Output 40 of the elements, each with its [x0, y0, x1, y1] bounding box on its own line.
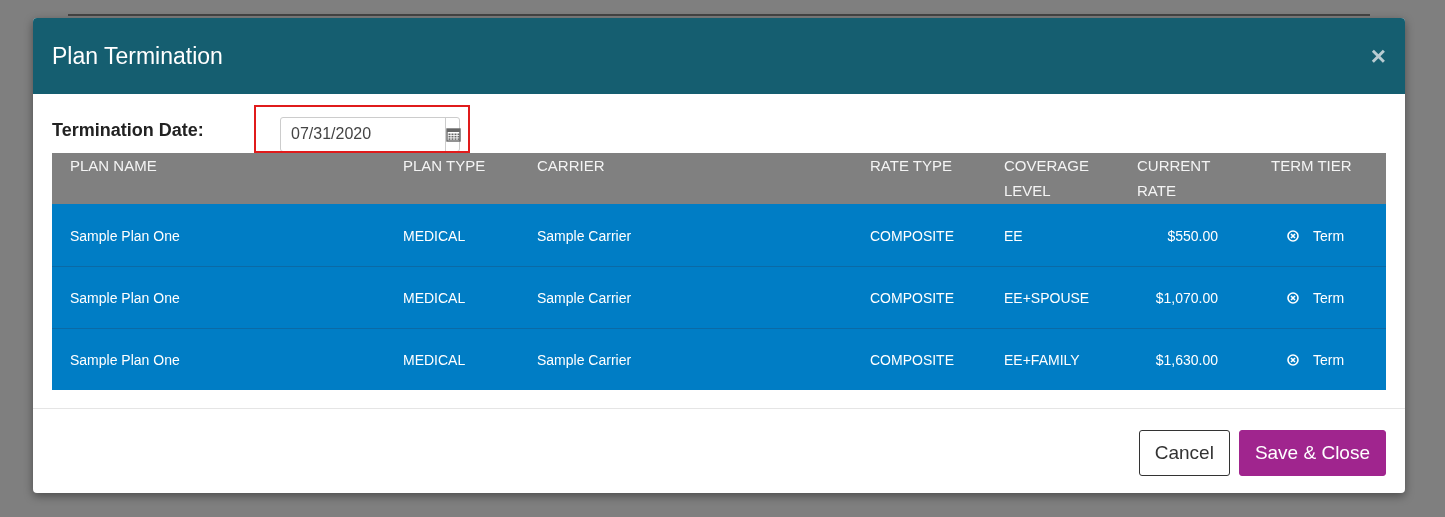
table-cell-text: EE+SPOUSE: [1004, 289, 1091, 306]
table-cell-text: COMPOSITE: [870, 227, 955, 244]
remove-icon: [1287, 353, 1299, 366]
table-cell-text: COMPOSITE: [870, 289, 955, 306]
term-button[interactable]: Term: [1271, 351, 1345, 368]
table-cell-text: Sample Carrier: [537, 289, 633, 306]
table-row[interactable]: Sample Plan One MEDICAL Sample Carrier COMPOSITE EE $550.00 Term: [52, 204, 1386, 266]
cancel-button[interactable]: Cancel: [1138, 429, 1230, 476]
table-cell-text: MEDICAL: [403, 351, 467, 368]
column-header: COVERAGE LEVEL: [1004, 156, 1091, 201]
term-button[interactable]: Term: [1271, 227, 1345, 244]
table-cell-text: Sample Carrier: [537, 351, 633, 368]
close-button[interactable]: ×: [1370, 43, 1386, 69]
table-cell-text: $550.00: [1166, 227, 1219, 244]
column-header: PLAN TYPE: [403, 156, 487, 176]
field-label: Termination Date:: [52, 119, 205, 141]
column-header: CARRIER: [537, 156, 606, 176]
column-header: PLAN NAME: [70, 156, 158, 176]
table-cell-text: MEDICAL: [403, 227, 467, 244]
save-button[interactable]: Save & Close: [1238, 429, 1386, 476]
table-cell-text: $1,630.00: [1154, 351, 1219, 368]
table-cell-text: Sample Carrier: [537, 227, 633, 244]
table-cell-text: MEDICAL: [403, 289, 467, 306]
table-cell-text: EE: [1004, 227, 1024, 244]
remove-icon: [1287, 291, 1299, 304]
term-button[interactable]: Term: [1271, 289, 1345, 306]
table-cell-text: $1,070.00: [1154, 289, 1219, 306]
table-row[interactable]: Sample Plan One MEDICAL Sample Carrier COMPOSITE EE+FAMILY $1,630.00 Term: [52, 328, 1386, 390]
column-header: TERM TIER: [1271, 156, 1353, 176]
table-row[interactable]: Sample Plan One MEDICAL Sample Carrier COMPOSITE EE+SPOUSE $1,070.00 Term: [52, 266, 1386, 328]
column-header: CURRENT RATE: [1137, 156, 1212, 201]
table-cell-text: EE+FAMILY: [1004, 351, 1081, 368]
column-header: RATE TYPE: [870, 156, 953, 176]
dialog-title: Plan Termination: [52, 42, 223, 70]
table-cell-text: Sample Plan One: [70, 351, 181, 368]
calendar-icon: [446, 126, 461, 142]
table-cell-text: Sample Plan One: [70, 289, 181, 306]
table-cell-text: Sample Plan One: [70, 227, 181, 244]
table-cell-text: COMPOSITE: [870, 351, 955, 368]
remove-icon: [1287, 229, 1299, 242]
